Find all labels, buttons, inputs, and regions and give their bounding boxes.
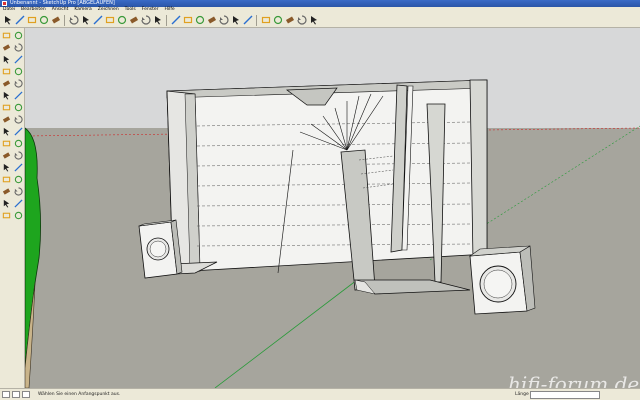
tape-icon[interactable] bbox=[1, 126, 12, 137]
help-icon[interactable] bbox=[22, 391, 30, 398]
pushpull-icon[interactable] bbox=[13, 90, 24, 101]
section-icon[interactable] bbox=[13, 210, 24, 221]
window-title: Unbenannt - SketchUp Pro [ABGELAUFEN] bbox=[10, 0, 115, 6]
measurements-label: Länge bbox=[515, 392, 529, 397]
polygon-icon[interactable] bbox=[1, 78, 12, 89]
credits-icon[interactable] bbox=[12, 391, 20, 398]
axes-icon[interactable] bbox=[1, 150, 12, 161]
offset-icon[interactable] bbox=[13, 114, 24, 125]
orbit-icon[interactable] bbox=[170, 15, 181, 26]
toolbar-separator bbox=[166, 14, 167, 26]
3dtext-icon[interactable] bbox=[13, 150, 24, 161]
geo-location-icon[interactable] bbox=[2, 391, 10, 398]
zoom-extents-icon[interactable] bbox=[13, 186, 24, 197]
line-icon[interactable] bbox=[13, 54, 24, 65]
eraser-icon[interactable] bbox=[13, 42, 24, 53]
model-scene[interactable] bbox=[25, 28, 640, 388]
previous-icon[interactable] bbox=[230, 15, 241, 26]
walk-icon[interactable] bbox=[260, 15, 271, 26]
status-bar: Wählen Sie einen Anfangspunkt aus. Länge bbox=[0, 388, 640, 400]
rotate-icon[interactable] bbox=[1, 102, 12, 113]
position-camera-icon[interactable] bbox=[272, 15, 283, 26]
next-icon[interactable] bbox=[242, 15, 253, 26]
freehand-icon[interactable] bbox=[13, 78, 24, 89]
title-bar: Unbenannt - SketchUp Pro [ABGELAUFEN] bbox=[0, 0, 640, 7]
zoom-icon[interactable] bbox=[1, 174, 12, 185]
status-icons bbox=[2, 391, 30, 398]
followme-icon[interactable] bbox=[13, 102, 24, 113]
circle-icon[interactable] bbox=[1, 66, 12, 77]
left-speaker-box bbox=[138, 219, 183, 279]
pencil-icon[interactable] bbox=[14, 15, 25, 26]
measurements-input[interactable] bbox=[530, 391, 600, 399]
dimension-icon[interactable] bbox=[13, 126, 24, 137]
pan-icon[interactable] bbox=[13, 162, 24, 173]
select-icon[interactable] bbox=[2, 15, 13, 26]
sketchup-logo-icon bbox=[2, 1, 7, 6]
arc-icon[interactable] bbox=[13, 66, 24, 77]
line-icon[interactable] bbox=[26, 15, 37, 26]
position-camera-icon[interactable] bbox=[1, 198, 12, 209]
zoom-window-icon[interactable] bbox=[206, 15, 217, 26]
toolbar-separator bbox=[64, 14, 65, 26]
pan-icon[interactable] bbox=[182, 15, 193, 26]
right-speaker-box bbox=[468, 245, 536, 315]
select-icon[interactable] bbox=[1, 30, 12, 41]
rotate-icon[interactable] bbox=[80, 15, 91, 26]
offset-icon[interactable] bbox=[140, 15, 151, 26]
left-tool-palette bbox=[0, 28, 25, 388]
eraser-icon[interactable] bbox=[68, 15, 79, 26]
zoom-extents-icon[interactable] bbox=[218, 15, 229, 26]
section-icon[interactable] bbox=[296, 15, 307, 26]
pushpull-icon[interactable] bbox=[104, 15, 115, 26]
main-toolbar bbox=[0, 13, 640, 28]
toolbar-separator bbox=[256, 14, 257, 26]
status-hint: Wählen Sie einen Anfangspunkt aus. bbox=[38, 392, 121, 397]
layers-icon[interactable] bbox=[308, 15, 319, 26]
previous-icon[interactable] bbox=[1, 186, 12, 197]
look-around-icon[interactable] bbox=[1, 210, 12, 221]
scale-icon[interactable] bbox=[1, 114, 12, 125]
followme-icon[interactable] bbox=[116, 15, 127, 26]
walk-icon[interactable] bbox=[13, 198, 24, 209]
protractor-icon[interactable] bbox=[1, 138, 12, 149]
circle-icon[interactable] bbox=[50, 15, 61, 26]
move-icon[interactable] bbox=[1, 90, 12, 101]
rectangle-icon[interactable] bbox=[1, 54, 12, 65]
paint-icon[interactable] bbox=[92, 15, 103, 26]
move-icon[interactable] bbox=[128, 15, 139, 26]
look-around-icon[interactable] bbox=[284, 15, 295, 26]
orbit-icon[interactable] bbox=[1, 162, 12, 173]
zoom-icon[interactable] bbox=[194, 15, 205, 26]
text-icon[interactable] bbox=[13, 138, 24, 149]
zoom-window-icon[interactable] bbox=[13, 174, 24, 185]
paint-icon[interactable] bbox=[1, 42, 12, 53]
tape-icon[interactable] bbox=[152, 15, 163, 26]
drawing-viewport[interactable] bbox=[25, 28, 640, 388]
right-side-panel bbox=[469, 79, 488, 261]
component-icon[interactable] bbox=[13, 30, 24, 41]
rectangle-icon[interactable] bbox=[38, 15, 49, 26]
